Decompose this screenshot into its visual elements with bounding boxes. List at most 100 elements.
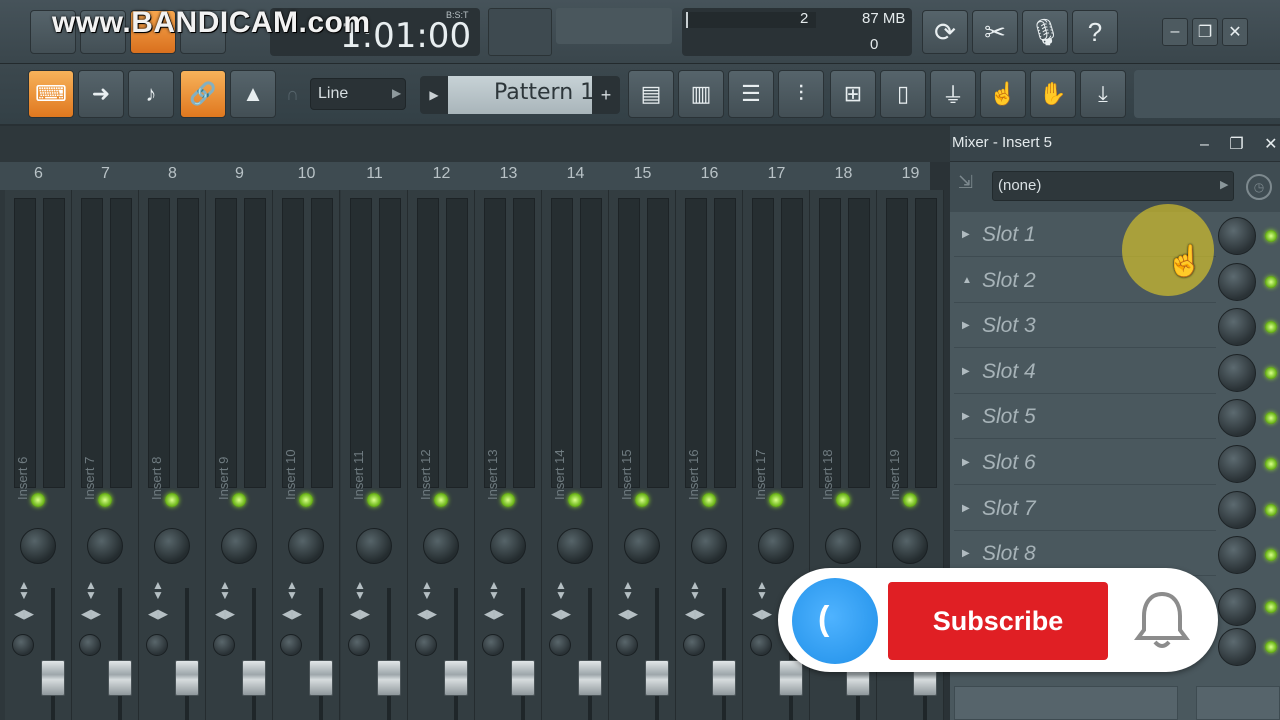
track-enable-led[interactable] [165, 493, 179, 507]
chevron-right-icon[interactable]: ▶ [962, 320, 970, 331]
chevron-right-icon[interactable]: ▶ [962, 457, 970, 468]
stereo-separation-arrows[interactable]: ▲ ▼ [486, 579, 502, 601]
close-icon[interactable]: ✕ [1264, 136, 1277, 153]
track-name[interactable]: Insert 18 [820, 440, 836, 500]
track-name[interactable]: Insert 13 [485, 440, 501, 500]
plugin-icon[interactable]: ⏚ [930, 70, 976, 118]
hand-icon[interactable]: ✋ [1030, 70, 1076, 118]
stereo-knob[interactable] [213, 634, 235, 656]
chevron-right-icon[interactable]: ▶ [962, 229, 970, 240]
swap-lr-icon[interactable]: ◀▶ [685, 606, 705, 622]
swap-lr-icon[interactable]: ◀▶ [551, 606, 571, 622]
playlist-icon[interactable]: ▤ [628, 70, 674, 118]
track-name[interactable]: Insert 10 [283, 440, 299, 500]
stereo-knob[interactable] [415, 634, 437, 656]
chevron-right-icon[interactable]: ▶ [962, 548, 970, 559]
slot-enable-led[interactable] [1265, 601, 1277, 613]
volume-fader[interactable] [511, 660, 535, 696]
microphone-icon[interactable]: 🎙 [1022, 10, 1068, 54]
pattern-mode-box[interactable] [556, 8, 672, 44]
add-pattern-button[interactable]: + [592, 76, 620, 114]
volume-fader[interactable] [242, 660, 266, 696]
track-name[interactable]: Insert 14 [552, 440, 568, 500]
volume-fader[interactable] [578, 660, 602, 696]
volume-fader[interactable] [444, 660, 468, 696]
track-name[interactable]: Insert 11 [351, 440, 367, 500]
track-enable-led[interactable] [568, 493, 582, 507]
chevron-right-icon[interactable]: ▶ [962, 411, 970, 422]
volume-fader[interactable] [309, 660, 333, 696]
stereo-separation-arrows[interactable]: ▲ ▼ [419, 579, 435, 601]
pan-knob[interactable] [490, 528, 526, 564]
stereo-separation-arrows[interactable]: ▲ ▼ [150, 579, 166, 601]
pan-knob[interactable] [221, 528, 257, 564]
slot-enable-led[interactable] [1265, 458, 1277, 470]
stereo-knob[interactable] [482, 634, 504, 656]
metronome-icon[interactable]: ▲ [230, 70, 276, 118]
slot-enable-led[interactable] [1265, 366, 1277, 379]
swap-lr-icon[interactable]: ◀▶ [14, 606, 34, 622]
pan-knob[interactable] [557, 528, 593, 564]
volume-fader[interactable] [108, 660, 132, 696]
track-name[interactable]: Insert 16 [686, 440, 702, 500]
track-name[interactable]: Insert 8 [149, 440, 165, 500]
swap-lr-icon[interactable]: ◀▶ [81, 606, 101, 622]
stereo-knob[interactable] [549, 634, 571, 656]
slot-mix-knob[interactable] [1218, 490, 1256, 529]
pan-knob[interactable] [288, 528, 324, 564]
eq-section[interactable] [954, 686, 1178, 720]
stereo-knob[interactable] [750, 634, 772, 656]
cut-icon[interactable]: ✂ [972, 10, 1018, 54]
bell-icon[interactable] [1132, 588, 1192, 652]
mixer-window-controls[interactable]: – ❐ ✕ [1200, 134, 1278, 154]
input-icon[interactable]: ⇲ [958, 172, 986, 202]
swap-lr-icon[interactable]: ◀▶ [618, 606, 638, 622]
pan-knob[interactable] [892, 528, 928, 564]
pan-knob[interactable] [825, 528, 861, 564]
restore-icon[interactable]: ❐ [1229, 136, 1243, 153]
document-icon[interactable]: ▯ [880, 70, 926, 118]
close-button[interactable]: ✕ [1222, 18, 1248, 46]
slot-mix-knob[interactable] [1218, 217, 1256, 255]
track-enable-led[interactable] [98, 493, 112, 507]
stereo-knob[interactable] [280, 634, 302, 656]
track-enable-led[interactable] [702, 493, 716, 507]
pan-knob[interactable] [154, 528, 190, 564]
magnet-icon[interactable]: ∩ [286, 84, 299, 105]
tempo-box[interactable] [488, 8, 552, 56]
track-name[interactable]: Insert 6 [15, 440, 31, 500]
slot-enable-led[interactable] [1265, 641, 1277, 653]
restore-button[interactable]: ❐ [1192, 18, 1218, 46]
stereo-separation-arrows[interactable]: ▲ ▼ [284, 579, 300, 601]
track-enable-led[interactable] [836, 493, 850, 507]
mixer-icon[interactable]: ⫶ [778, 70, 824, 118]
pan-knob[interactable] [624, 528, 660, 564]
slot-mix-knob[interactable] [1218, 536, 1256, 575]
volume-fader[interactable] [377, 660, 401, 696]
touch-icon[interactable]: ☝ [980, 70, 1026, 118]
stereo-knob[interactable] [12, 634, 34, 656]
stereo-knob[interactable] [146, 634, 168, 656]
track-enable-led[interactable] [367, 493, 381, 507]
track-name[interactable]: Insert 17 [753, 440, 769, 500]
swap-lr-icon[interactable]: ◀▶ [215, 606, 235, 622]
track-enable-led[interactable] [903, 493, 917, 507]
stereo-separation-arrows[interactable]: ▲ ▼ [83, 579, 99, 601]
track-name[interactable]: Insert 15 [619, 440, 635, 500]
stereo-separation-arrows[interactable]: ▲ ▼ [553, 579, 569, 601]
minimize-icon[interactable]: – [1200, 136, 1209, 153]
track-name[interactable]: Insert 12 [418, 440, 434, 500]
track-enable-led[interactable] [31, 493, 45, 507]
swap-lr-icon[interactable]: ◀▶ [148, 606, 168, 622]
stereo-knob[interactable] [683, 634, 705, 656]
slot-mix-knob[interactable] [1218, 353, 1256, 392]
swap-lr-icon[interactable]: ◀▶ [417, 606, 437, 622]
stereo-separation-arrows[interactable]: ▲ ▼ [620, 579, 636, 601]
slot-mix-knob[interactable] [1218, 262, 1256, 301]
track-enable-led[interactable] [501, 493, 515, 507]
swap-lr-icon[interactable]: ◀▶ [350, 606, 370, 622]
pan-knob[interactable] [758, 528, 794, 564]
slide-icon[interactable]: ♪ [128, 70, 174, 118]
stereo-knob[interactable] [348, 634, 370, 656]
pattern-prev-button[interactable]: ▶ [420, 76, 448, 114]
